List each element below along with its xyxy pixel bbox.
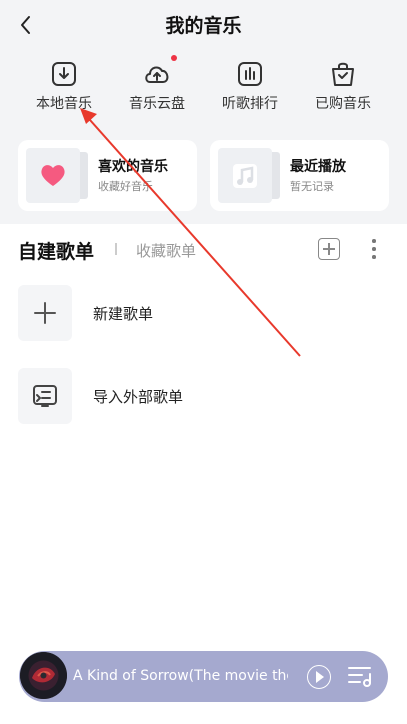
liked-music-card[interactable]: 喜欢的音乐 收藏好音乐 <box>18 140 197 211</box>
quick-action-cloud-disk[interactable]: 音乐云盘 <box>117 60 197 116</box>
more-options-icon[interactable] <box>369 238 379 260</box>
card-thumbnail <box>218 148 272 203</box>
row-icon-box <box>18 285 72 341</box>
card-thumbnail-edge <box>272 152 280 199</box>
bar-chart-icon <box>238 62 262 86</box>
card-thumbnail <box>26 148 80 203</box>
quick-action-label: 已购音乐 <box>315 96 371 112</box>
playlist-icon[interactable] <box>348 665 374 687</box>
row-label: 导入外部歌单 <box>93 388 184 406</box>
page-title: 我的音乐 <box>165 15 242 37</box>
now-playing-title[interactable]: A Kind of Sorrow(The movie them... <box>73 668 288 684</box>
import-playlist-row[interactable]: 导入外部歌单 <box>18 368 388 424</box>
import-icon <box>33 385 57 407</box>
tab-favorited-playlists[interactable]: 收藏歌单 <box>136 240 196 261</box>
download-box-icon <box>52 62 76 86</box>
quick-action-label: 听歌排行 <box>222 96 278 112</box>
tab-divider <box>115 243 117 255</box>
shopping-bag-icon <box>332 62 354 86</box>
heart-icon <box>41 165 65 186</box>
row-icon-box <box>18 368 72 424</box>
recent-play-card[interactable]: 最近播放 暂无记录 <box>210 140 389 211</box>
album-art-image <box>20 652 67 699</box>
quick-action-purchased[interactable]: 已购音乐 <box>303 60 383 116</box>
quick-action-label: 音乐云盘 <box>129 96 185 112</box>
card-subtitle: 暂无记录 <box>290 180 334 193</box>
card-thumbnail-edge <box>80 152 88 199</box>
new-playlist-row[interactable]: 新建歌单 <box>18 285 388 341</box>
album-art[interactable] <box>20 652 67 699</box>
card-title: 喜欢的音乐 <box>98 159 168 175</box>
play-icon[interactable] <box>307 665 331 689</box>
quick-action-local-music[interactable]: 本地音乐 <box>24 60 104 116</box>
card-title: 最近播放 <box>290 159 346 175</box>
quick-action-ranking[interactable]: 听歌排行 <box>210 60 290 116</box>
music-note-icon <box>233 164 257 188</box>
add-playlist-icon[interactable] <box>318 238 340 260</box>
plus-icon <box>34 302 56 324</box>
row-label: 新建歌单 <box>93 305 154 323</box>
card-subtitle: 收藏好音乐 <box>98 180 153 193</box>
quick-action-label: 本地音乐 <box>36 96 92 112</box>
notification-dot <box>171 55 177 61</box>
cloud-upload-icon <box>145 66 169 83</box>
tab-self-created-playlists[interactable]: 自建歌单 <box>18 237 94 264</box>
